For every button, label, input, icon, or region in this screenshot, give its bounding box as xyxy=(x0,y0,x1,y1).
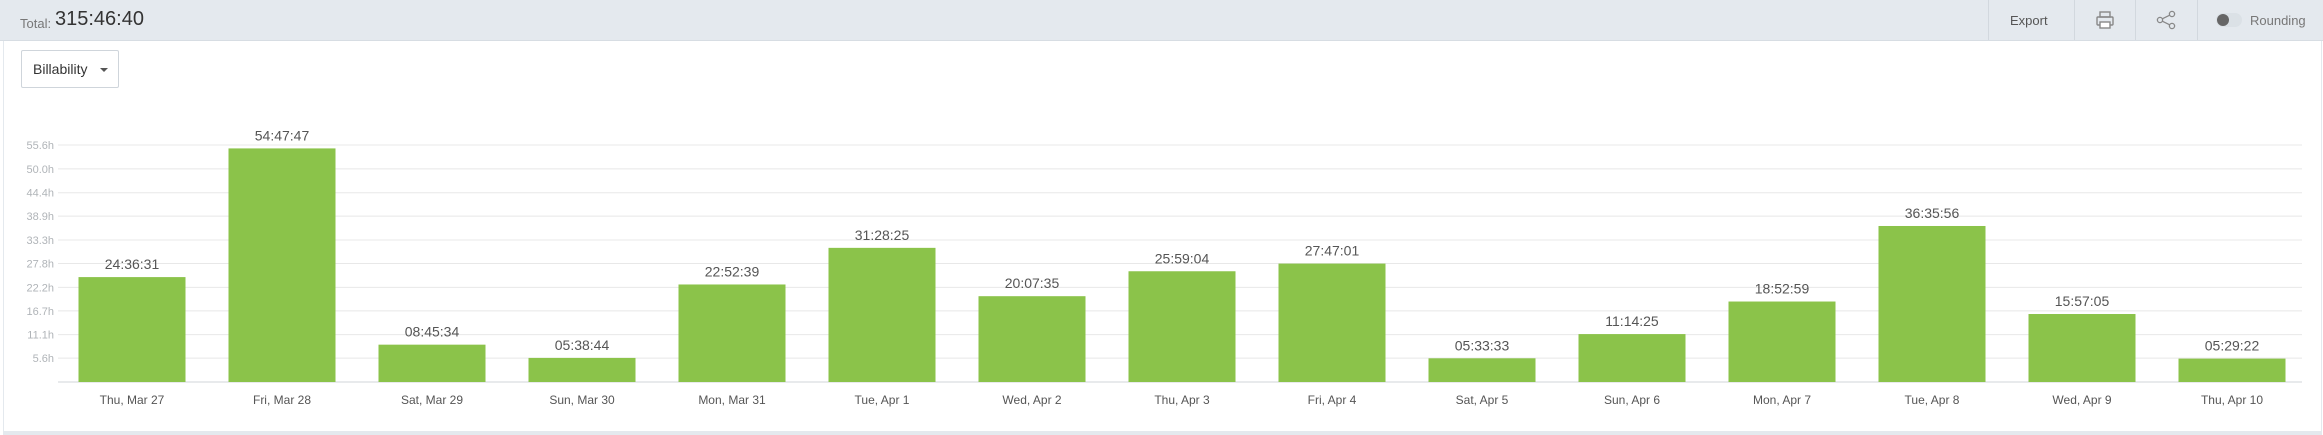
bar xyxy=(2028,314,2136,382)
bar-data-label: 25:59:04 xyxy=(1155,250,1210,266)
x-tick-label: Sun, Apr 6 xyxy=(1604,393,1660,407)
y-tick-label: 16.7h xyxy=(26,306,54,318)
x-tick-label: Mon, Apr 7 xyxy=(1753,393,1811,407)
bar xyxy=(78,277,186,382)
bar-data-label: 08:45:34 xyxy=(405,324,460,340)
bar-data-label: 05:29:22 xyxy=(2205,338,2260,354)
bar xyxy=(1878,225,1986,382)
bar-data-label: 20:07:35 xyxy=(1005,275,1060,291)
x-tick-label: Tue, Apr 8 xyxy=(1905,393,1960,407)
y-tick-label: 5.6h xyxy=(33,353,54,365)
bar xyxy=(1728,301,1836,382)
bar xyxy=(828,247,936,382)
x-tick-label: Sun, Mar 30 xyxy=(549,393,615,407)
bar-data-label: 05:33:33 xyxy=(1455,337,1510,353)
x-tick-label: Thu, Apr 10 xyxy=(2201,393,2263,407)
bar-data-label: 05:38:44 xyxy=(555,337,610,353)
bar xyxy=(528,357,636,382)
x-tick-label: Thu, Mar 27 xyxy=(100,393,165,407)
x-tick-label: Mon, Mar 31 xyxy=(698,393,766,407)
bar xyxy=(678,284,786,382)
bar xyxy=(978,296,1086,382)
bar-data-label: 11:14:25 xyxy=(1605,313,1659,329)
bar-data-label: 15:57:05 xyxy=(2055,293,2110,309)
x-tick-label: Wed, Apr 9 xyxy=(2052,393,2111,407)
bar-data-label: 24:36:31 xyxy=(105,256,160,272)
y-tick-label: 50.0h xyxy=(26,164,54,176)
y-tick-label: 33.3h xyxy=(26,235,54,247)
bar-data-label: 27:47:01 xyxy=(1305,243,1360,259)
bar-data-label: 22:52:39 xyxy=(705,263,760,279)
bar-data-label: 54:47:47 xyxy=(255,127,310,143)
bar-data-label: 18:52:59 xyxy=(1755,281,1810,297)
x-tick-label: Fri, Apr 4 xyxy=(1308,393,1357,407)
y-tick-label: 55.6h xyxy=(26,140,54,152)
bar xyxy=(228,148,336,382)
y-tick-label: 22.2h xyxy=(26,282,54,294)
y-tick-label: 11.1h xyxy=(27,330,54,342)
bar-data-label: 36:35:56 xyxy=(1905,205,1960,221)
y-tick-label: 44.4h xyxy=(26,188,54,200)
x-tick-label: Tue, Apr 1 xyxy=(855,393,910,407)
x-tick-label: Sat, Mar 29 xyxy=(401,393,463,407)
bar xyxy=(1578,334,1686,382)
bar xyxy=(1428,358,1536,382)
y-tick-label: 38.9h xyxy=(26,211,54,223)
bar xyxy=(1278,263,1386,382)
x-tick-label: Fri, Mar 28 xyxy=(253,393,311,407)
y-tick-label: 27.8h xyxy=(26,259,54,271)
x-tick-label: Wed, Apr 2 xyxy=(1002,393,1061,407)
x-tick-label: Thu, Apr 3 xyxy=(1154,393,1210,407)
bar xyxy=(1128,271,1236,382)
bar xyxy=(2178,358,2286,382)
bar xyxy=(378,344,486,382)
bar-data-label: 31:28:25 xyxy=(855,227,910,243)
bar-chart: 5.6h 11.1h 16.7h 22.2h 27.8h 33.3h 38.9h 44.4h 5… xyxy=(26,127,2302,407)
x-tick-label: Sat, Apr 5 xyxy=(1456,393,1509,407)
